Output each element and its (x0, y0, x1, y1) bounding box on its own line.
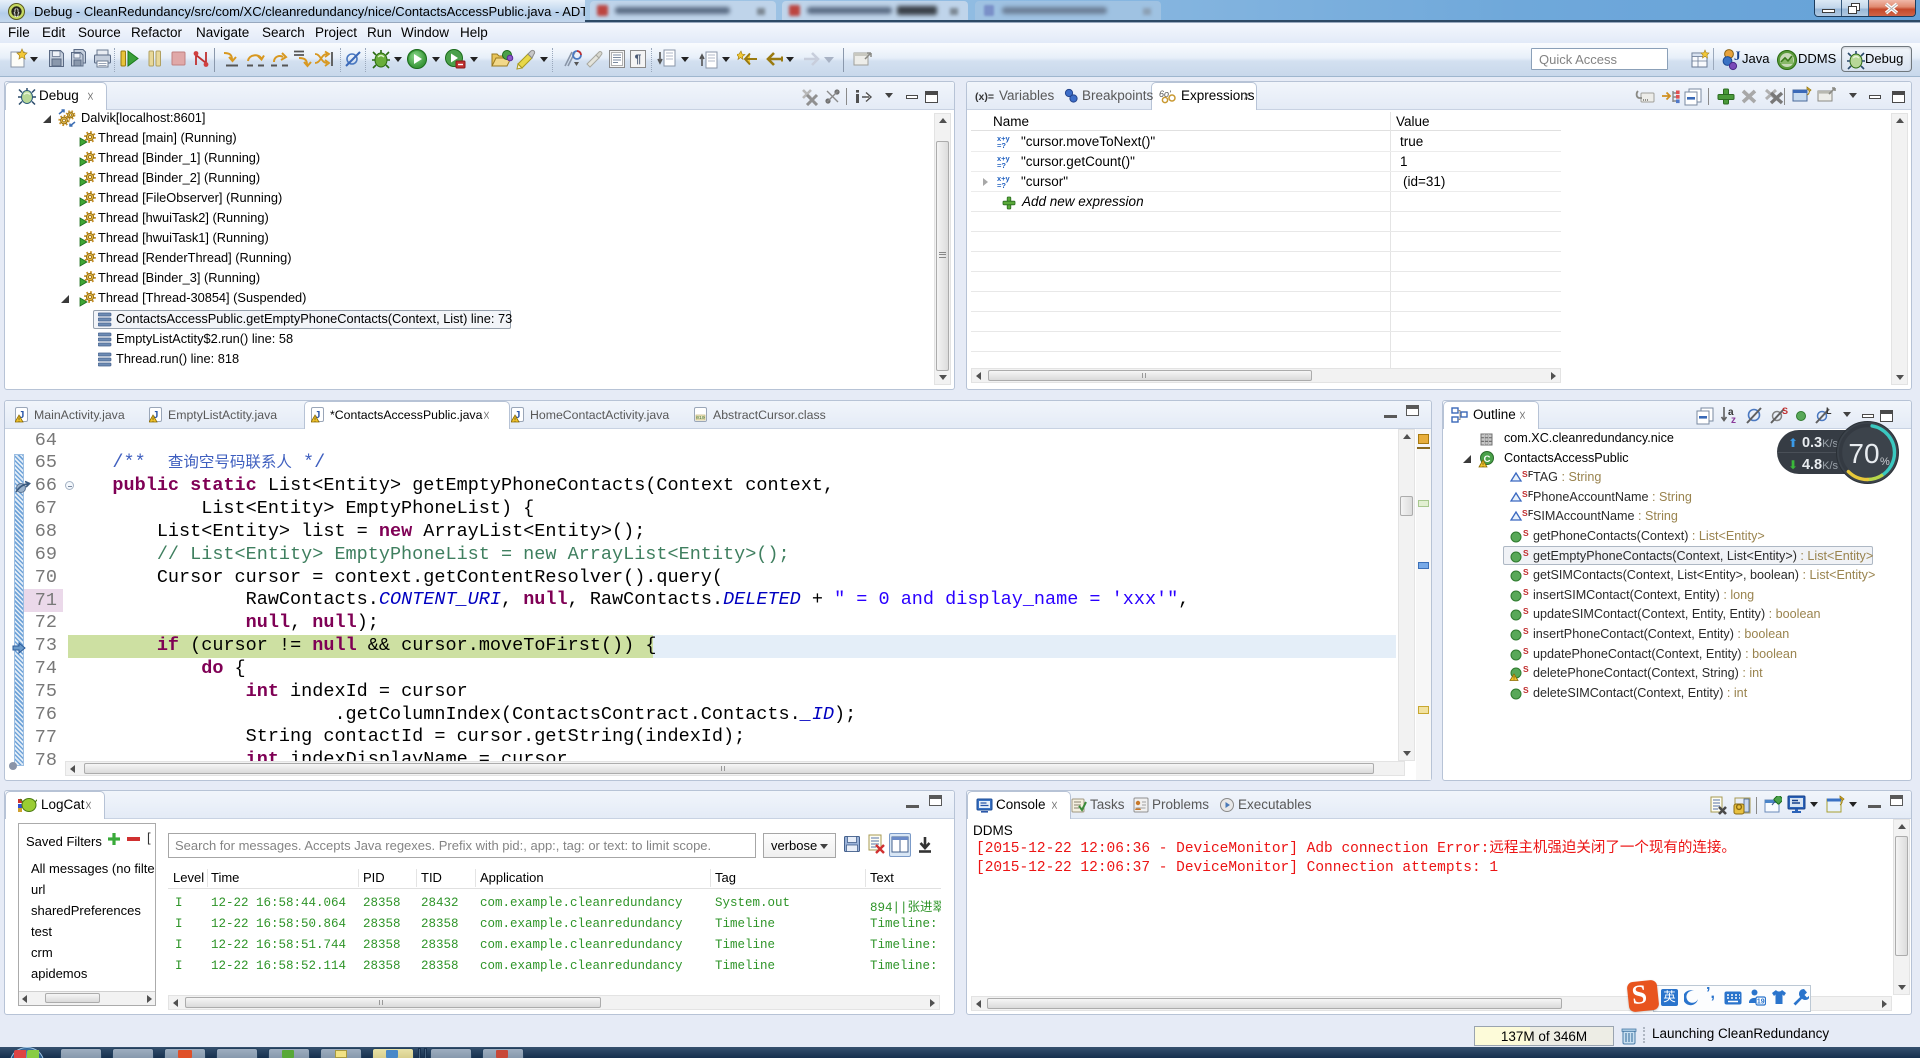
svg-text:19: 19 (1757, 999, 1765, 1006)
svg-text:z: z (1731, 415, 1736, 425)
svg-text:S: S (1523, 567, 1529, 577)
svg-text:S: S (1523, 548, 1529, 558)
svg-text:S: S (1523, 646, 1529, 656)
svg-text:J: J (1734, 48, 1741, 63)
svg-text:S: S (1523, 685, 1529, 695)
svg-text:{}: {} (13, 7, 19, 17)
svg-text:010: 010 (696, 415, 705, 421)
svg-text:S: S (1782, 406, 1788, 416)
svg-text:S: S (1523, 606, 1529, 616)
svg-text:S: S (1523, 665, 1529, 674)
svg-text:70: 70 (1848, 438, 1879, 469)
svg-text:S: S (1523, 587, 1529, 597)
svg-text:%: % (1880, 456, 1890, 468)
svg-text:S: S (1523, 528, 1529, 538)
svg-text:L: L (1826, 406, 1832, 416)
svg-text:(x)=: (x)= (975, 91, 994, 103)
svg-text:S: S (1523, 626, 1529, 636)
